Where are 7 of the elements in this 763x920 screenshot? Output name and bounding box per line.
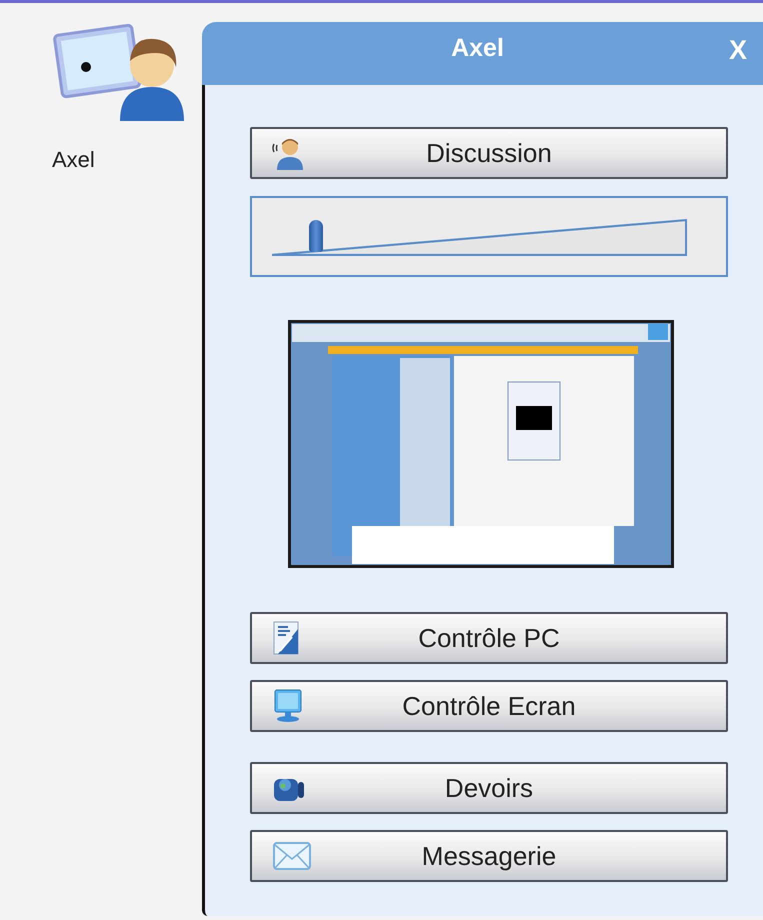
user-name: Axel bbox=[52, 147, 95, 173]
action-button[interactable]: Messagerie bbox=[250, 830, 728, 882]
action-button[interactable]: Contrôle Ecran bbox=[250, 680, 728, 732]
action-button[interactable]: Devoirs bbox=[250, 762, 728, 814]
discussion-button[interactable]: Discussion bbox=[250, 127, 728, 179]
action-button[interactable]: Contrôle PC bbox=[250, 612, 728, 664]
panel-title: Axel bbox=[450, 34, 505, 63]
